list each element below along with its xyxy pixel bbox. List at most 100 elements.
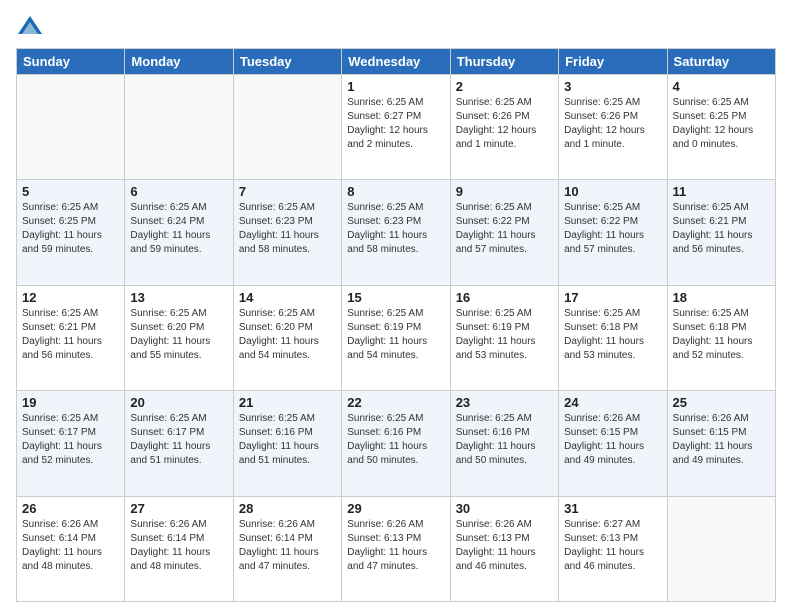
week-row-5: 26 Sunrise: 6:26 AM Sunset: 6:14 PM Dayli…: [17, 496, 776, 601]
week-row-3: 12 Sunrise: 6:25 AM Sunset: 6:21 PM Dayli…: [17, 285, 776, 390]
day-cell: 15 Sunrise: 6:25 AM Sunset: 6:19 PM Dayli…: [342, 285, 450, 390]
day-cell: 23 Sunrise: 6:25 AM Sunset: 6:16 PM Dayli…: [450, 391, 558, 496]
day-number: 26: [22, 501, 119, 516]
day-number: 9: [456, 184, 553, 199]
day-cell: 30 Sunrise: 6:26 AM Sunset: 6:13 PM Dayli…: [450, 496, 558, 601]
day-cell: [233, 75, 341, 180]
day-info: Sunrise: 6:25 AM Sunset: 6:23 PM Dayligh…: [239, 201, 336, 257]
weekday-sunday: Sunday: [17, 49, 125, 75]
day-info: Sunrise: 6:25 AM Sunset: 6:17 PM Dayligh…: [130, 412, 227, 468]
day-cell: 18 Sunrise: 6:25 AM Sunset: 6:18 PM Dayli…: [667, 285, 775, 390]
day-cell: 12 Sunrise: 6:25 AM Sunset: 6:21 PM Dayli…: [17, 285, 125, 390]
day-info: Sunrise: 6:25 AM Sunset: 6:26 PM Dayligh…: [564, 96, 661, 152]
logo: [16, 12, 48, 40]
day-info: Sunrise: 6:25 AM Sunset: 6:21 PM Dayligh…: [673, 201, 770, 257]
day-info: Sunrise: 6:25 AM Sunset: 6:22 PM Dayligh…: [456, 201, 553, 257]
day-number: 1: [347, 79, 444, 94]
day-info: Sunrise: 6:26 AM Sunset: 6:13 PM Dayligh…: [347, 518, 444, 574]
day-number: 22: [347, 395, 444, 410]
day-number: 31: [564, 501, 661, 516]
day-cell: [125, 75, 233, 180]
day-number: 29: [347, 501, 444, 516]
day-info: Sunrise: 6:25 AM Sunset: 6:16 PM Dayligh…: [456, 412, 553, 468]
day-number: 25: [673, 395, 770, 410]
week-row-1: 1 Sunrise: 6:25 AM Sunset: 6:27 PM Daylig…: [17, 75, 776, 180]
day-info: Sunrise: 6:26 AM Sunset: 6:14 PM Dayligh…: [22, 518, 119, 574]
day-number: 21: [239, 395, 336, 410]
day-info: Sunrise: 6:25 AM Sunset: 6:27 PM Dayligh…: [347, 96, 444, 152]
week-row-4: 19 Sunrise: 6:25 AM Sunset: 6:17 PM Dayli…: [17, 391, 776, 496]
day-cell: 19Sunrise: 6:25 AM Sunset: 6:17 PM Dayli…: [17, 391, 125, 496]
day-number: 24: [564, 395, 661, 410]
day-number: 17: [564, 290, 661, 305]
day-number: 30: [456, 501, 553, 516]
day-number: 23: [456, 395, 553, 410]
day-number: 7: [239, 184, 336, 199]
weekday-saturday: Saturday: [667, 49, 775, 75]
day-number: 19: [22, 395, 119, 410]
day-cell: 25Sunrise: 6:26 AM Sunset: 6:15 PM Dayli…: [667, 391, 775, 496]
day-cell: 24Sunrise: 6:26 AM Sunset: 6:15 PM Dayli…: [559, 391, 667, 496]
weekday-monday: Monday: [125, 49, 233, 75]
day-info: Sunrise: 6:25 AM Sunset: 6:26 PM Dayligh…: [456, 96, 553, 152]
day-cell: 2Sunrise: 6:25 AM Sunset: 6:26 PM Daylig…: [450, 75, 558, 180]
day-number: 8: [347, 184, 444, 199]
day-cell: 28 Sunrise: 6:26 AM Sunset: 6:14 PM Dayli…: [233, 496, 341, 601]
day-number: 6: [130, 184, 227, 199]
day-info: Sunrise: 6:25 AM Sunset: 6:18 PM Dayligh…: [564, 307, 661, 363]
day-number: 13: [130, 290, 227, 305]
day-info: Sunrise: 6:25 AM Sunset: 6:22 PM Dayligh…: [564, 201, 661, 257]
day-number: 16: [456, 290, 553, 305]
day-cell: 27 Sunrise: 6:26 AM Sunset: 6:14 PM Dayli…: [125, 496, 233, 601]
day-number: 20: [130, 395, 227, 410]
weekday-friday: Friday: [559, 49, 667, 75]
day-cell: 1 Sunrise: 6:25 AM Sunset: 6:27 PM Daylig…: [342, 75, 450, 180]
week-row-2: 5 Sunrise: 6:25 AM Sunset: 6:25 PM Daylig…: [17, 180, 776, 285]
day-number: 28: [239, 501, 336, 516]
day-info: Sunrise: 6:25 AM Sunset: 6:23 PM Dayligh…: [347, 201, 444, 257]
day-info: Sunrise: 6:25 AM Sunset: 6:25 PM Dayligh…: [673, 96, 770, 152]
calendar: SundayMondayTuesdayWednesdayThursdayFrid…: [16, 48, 776, 602]
day-cell: [17, 75, 125, 180]
day-info: Sunrise: 6:26 AM Sunset: 6:14 PM Dayligh…: [130, 518, 227, 574]
day-cell: 14Sunrise: 6:25 AM Sunset: 6:20 PM Dayli…: [233, 285, 341, 390]
day-number: 3: [564, 79, 661, 94]
day-info: Sunrise: 6:25 AM Sunset: 6:24 PM Dayligh…: [130, 201, 227, 257]
page: SundayMondayTuesdayWednesdayThursdayFrid…: [0, 0, 792, 612]
day-number: 12: [22, 290, 119, 305]
weekday-tuesday: Tuesday: [233, 49, 341, 75]
weekday-header-row: SundayMondayTuesdayWednesdayThursdayFrid…: [17, 49, 776, 75]
day-cell: 16 Sunrise: 6:25 AM Sunset: 6:19 PM Dayli…: [450, 285, 558, 390]
day-number: 27: [130, 501, 227, 516]
day-info: Sunrise: 6:25 AM Sunset: 6:25 PM Dayligh…: [22, 201, 119, 257]
day-info: Sunrise: 6:25 AM Sunset: 6:21 PM Dayligh…: [22, 307, 119, 363]
day-number: 14: [239, 290, 336, 305]
day-info: Sunrise: 6:25 AM Sunset: 6:16 PM Dayligh…: [347, 412, 444, 468]
day-info: Sunrise: 6:25 AM Sunset: 6:19 PM Dayligh…: [456, 307, 553, 363]
day-info: Sunrise: 6:26 AM Sunset: 6:14 PM Dayligh…: [239, 518, 336, 574]
logo-icon: [16, 12, 44, 40]
day-cell: 29 Sunrise: 6:26 AM Sunset: 6:13 PM Dayli…: [342, 496, 450, 601]
day-number: 4: [673, 79, 770, 94]
day-number: 15: [347, 290, 444, 305]
day-cell: 13 Sunrise: 6:25 AM Sunset: 6:20 PM Dayli…: [125, 285, 233, 390]
day-info: Sunrise: 6:27 AM Sunset: 6:13 PM Dayligh…: [564, 518, 661, 574]
day-cell: 5 Sunrise: 6:25 AM Sunset: 6:25 PM Daylig…: [17, 180, 125, 285]
day-number: 5: [22, 184, 119, 199]
day-cell: 4 Sunrise: 6:25 AM Sunset: 6:25 PM Daylig…: [667, 75, 775, 180]
day-info: Sunrise: 6:25 AM Sunset: 6:20 PM Dayligh…: [130, 307, 227, 363]
day-cell: 26 Sunrise: 6:26 AM Sunset: 6:14 PM Dayli…: [17, 496, 125, 601]
day-info: Sunrise: 6:26 AM Sunset: 6:13 PM Dayligh…: [456, 518, 553, 574]
day-info: Sunrise: 6:25 AM Sunset: 6:18 PM Dayligh…: [673, 307, 770, 363]
weekday-wednesday: Wednesday: [342, 49, 450, 75]
day-cell: 6 Sunrise: 6:25 AM Sunset: 6:24 PM Daylig…: [125, 180, 233, 285]
day-cell: 20 Sunrise: 6:25 AM Sunset: 6:17 PM Dayli…: [125, 391, 233, 496]
day-info: Sunrise: 6:25 AM Sunset: 6:19 PM Dayligh…: [347, 307, 444, 363]
day-number: 11: [673, 184, 770, 199]
day-info: Sunrise: 6:25 AM Sunset: 6:16 PM Dayligh…: [239, 412, 336, 468]
weekday-thursday: Thursday: [450, 49, 558, 75]
day-number: 18: [673, 290, 770, 305]
day-cell: 7 Sunrise: 6:25 AM Sunset: 6:23 PM Daylig…: [233, 180, 341, 285]
day-cell: 17 Sunrise: 6:25 AM Sunset: 6:18 PM Dayli…: [559, 285, 667, 390]
day-number: 10: [564, 184, 661, 199]
